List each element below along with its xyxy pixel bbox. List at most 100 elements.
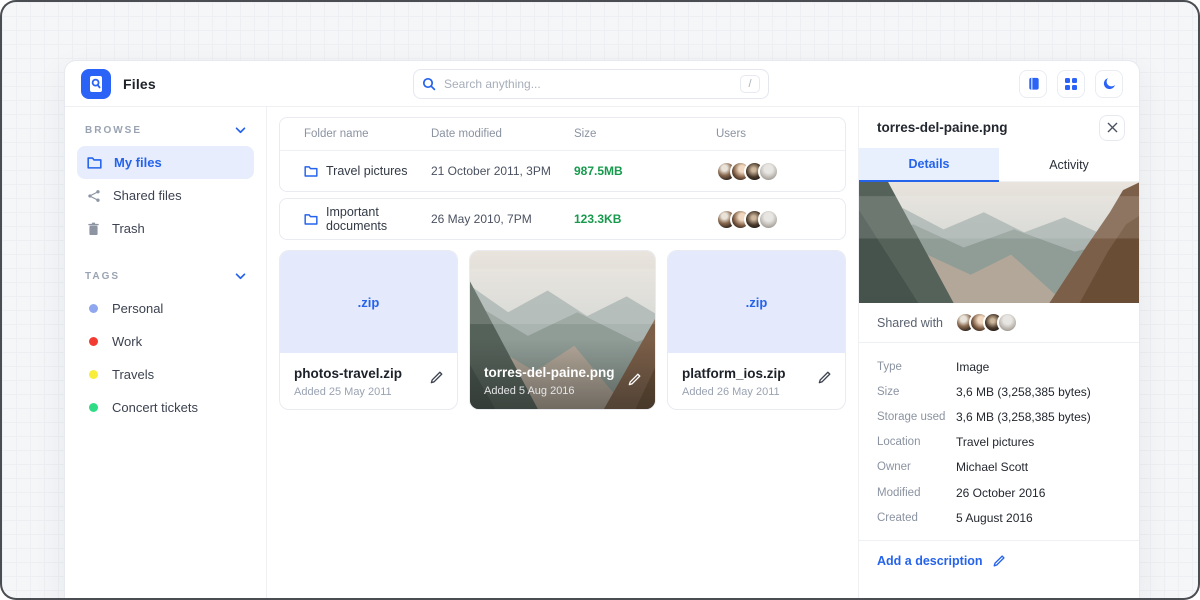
top-bar: Files /: [65, 61, 1139, 107]
detail-row-owner: Owner Michael Scott: [877, 455, 1121, 480]
sidebar-item-trash[interactable]: Trash: [77, 212, 254, 245]
zip-badge: .zip: [746, 295, 768, 310]
add-description-button[interactable]: Add a description: [859, 541, 1139, 581]
notebook-button[interactable]: [1019, 70, 1047, 98]
sidebar-item-label: Shared files: [113, 188, 182, 203]
detail-label: Location: [877, 436, 956, 448]
sidebar: BROWSE My files Shared files: [65, 107, 267, 600]
tag-item-travels[interactable]: Travels: [77, 358, 254, 391]
dark-mode-toggle[interactable]: [1095, 70, 1123, 98]
shared-with-row: Shared with: [859, 303, 1139, 343]
file-added-date: Added 5 Aug 2016: [484, 385, 615, 397]
column-header-users: Users: [716, 128, 821, 140]
folder-name: Travel pictures: [326, 164, 408, 178]
folder-icon: [87, 156, 102, 169]
search-input[interactable]: [444, 77, 732, 91]
sidebar-item-my-files[interactable]: My files: [77, 146, 254, 179]
panel-tabs: Details Activity: [859, 148, 1139, 182]
detail-label: Type: [877, 361, 956, 373]
browse-section-header[interactable]: BROWSE: [77, 121, 254, 146]
folder-icon: [304, 213, 318, 225]
folder-icon: [304, 165, 318, 177]
file-image-preview: [859, 182, 1139, 303]
tag-label: Travels: [112, 367, 154, 382]
add-description-label: Add a description: [877, 554, 983, 568]
tag-dot-icon: [89, 403, 98, 412]
avatar: [758, 161, 779, 182]
file-card-platform-ios-zip[interactable]: .zip platform_ios.zip Added 26 May 2011: [667, 250, 846, 410]
file-added-date: Added 26 May 2011: [682, 386, 831, 398]
details-panel: torres-del-paine.png Details Activity: [858, 107, 1139, 600]
app-brand[interactable]: Files: [81, 69, 156, 99]
zip-preview-area: .zip: [280, 251, 457, 353]
folders-table: Folder name Date modified Size Users Tra…: [279, 117, 846, 192]
tag-item-personal[interactable]: Personal: [77, 292, 254, 325]
detail-row-type: Type Image: [877, 354, 1121, 379]
close-panel-button[interactable]: [1099, 115, 1125, 141]
moon-icon: [1102, 76, 1117, 91]
folder-size: 123.3KB: [574, 212, 716, 226]
apps-grid-icon: [1064, 77, 1078, 91]
column-header-size: Size: [574, 128, 716, 140]
search-bar[interactable]: /: [413, 69, 769, 99]
file-card-photos-travel-zip[interactable]: .zip photos-travel.zip Added 25 May 2011: [279, 250, 458, 410]
file-card-torres-del-paine[interactable]: torres-del-paine.png Added 5 Aug 2016: [469, 250, 656, 410]
browse-section-title: BROWSE: [85, 125, 142, 136]
users-avatar-group: [716, 161, 821, 182]
edit-pencil-icon: [992, 554, 1006, 568]
rename-pencil-icon[interactable]: [429, 370, 444, 385]
avatar: [997, 312, 1018, 333]
table-row-travel-pictures[interactable]: Travel pictures 21 October 2011, 3PM 987…: [280, 151, 845, 191]
tab-activity[interactable]: Activity: [999, 148, 1139, 182]
rename-pencil-icon[interactable]: [627, 372, 642, 387]
file-name: torres-del-paine.png: [484, 365, 615, 380]
chevron-down-icon[interactable]: [235, 127, 246, 134]
tag-dot-icon: [89, 304, 98, 313]
date-modified: 21 October 2011, 3PM: [431, 164, 574, 178]
detail-value: Michael Scott: [956, 460, 1028, 474]
detail-row-size: Size 3,6 MB (3,258,385 bytes): [877, 379, 1121, 404]
app-title: Files: [123, 76, 156, 92]
tag-item-work[interactable]: Work: [77, 325, 254, 358]
detail-row-created: Created 5 August 2016: [877, 505, 1121, 530]
tag-label: Concert tickets: [112, 400, 198, 415]
date-modified: 26 May 2010, 7PM: [431, 212, 574, 226]
tag-item-concert-tickets[interactable]: Concert tickets: [77, 391, 254, 424]
column-header-date-modified: Date modified: [431, 128, 574, 140]
detail-value: 3,6 MB (3,258,385 bytes): [956, 410, 1091, 424]
chevron-down-icon[interactable]: [235, 273, 246, 280]
detail-value: 26 October 2016: [956, 486, 1045, 500]
apps-grid-button[interactable]: [1057, 70, 1085, 98]
notebook-icon: [1026, 76, 1041, 91]
table-row-important-documents[interactable]: Important documents 26 May 2010, 7PM 123…: [280, 199, 845, 239]
avatar: [758, 209, 779, 230]
file-details-list: Type Image Size 3,6 MB (3,258,385 bytes)…: [859, 343, 1139, 541]
files-app-window: Files /: [64, 60, 1140, 600]
shared-with-label: Shared with: [877, 316, 943, 330]
detail-value: 5 August 2016: [956, 511, 1033, 525]
sidebar-item-label: My files: [114, 155, 162, 170]
tag-label: Personal: [112, 301, 163, 316]
detail-value: 3,6 MB (3,258,385 bytes): [956, 385, 1091, 399]
panel-file-title: torres-del-paine.png: [877, 120, 1008, 135]
main-content: Folder name Date modified Size Users Tra…: [267, 107, 858, 600]
detail-label: Size: [877, 386, 956, 398]
tab-details[interactable]: Details: [859, 148, 999, 182]
app-body: BROWSE My files Shared files: [65, 107, 1139, 600]
sidebar-item-shared-files[interactable]: Shared files: [77, 179, 254, 212]
detail-row-storage-used: Storage used 3,6 MB (3,258,385 bytes): [877, 404, 1121, 429]
file-added-date: Added 25 May 2011: [294, 386, 443, 398]
zip-preview-area: .zip: [668, 251, 845, 353]
tag-dot-icon: [89, 370, 98, 379]
folder-name: Important documents: [326, 205, 431, 233]
tags-section-title: TAGS: [85, 271, 120, 282]
table-header-row: Folder name Date modified Size Users: [280, 118, 845, 151]
rename-pencil-icon[interactable]: [817, 370, 832, 385]
tag-dot-icon: [89, 337, 98, 346]
tags-section-header[interactable]: TAGS: [77, 267, 254, 292]
shared-avatar-group: [955, 312, 1018, 333]
detail-label: Owner: [877, 461, 956, 473]
column-header-folder-name: Folder name: [304, 128, 431, 140]
sidebar-item-label: Trash: [112, 221, 145, 236]
detail-label: Modified: [877, 487, 956, 499]
